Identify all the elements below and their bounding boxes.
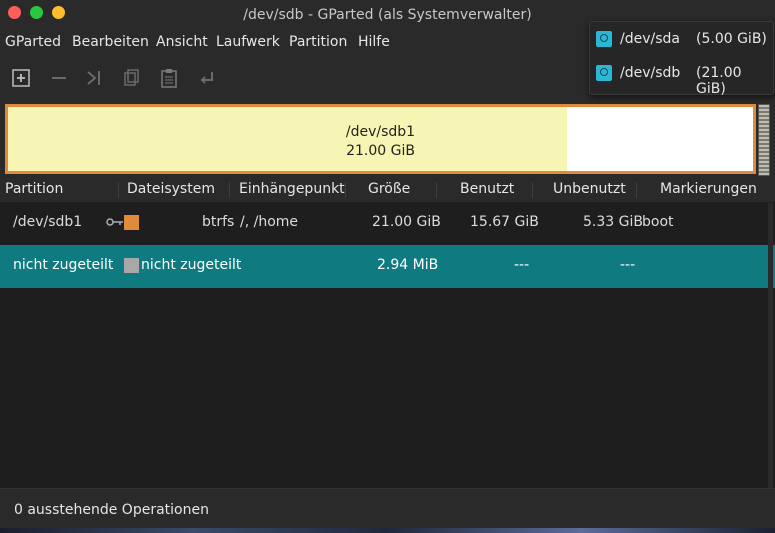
- flags: boot: [642, 214, 674, 230]
- scrollbar[interactable]: [768, 203, 773, 488]
- menu-bearbeiten[interactable]: Bearbeiten: [72, 34, 149, 50]
- device-item-sda[interactable]: /dev/sda (5.00 GiB): [590, 24, 773, 58]
- resize-icon[interactable]: [84, 68, 104, 88]
- table-header: Partition Dateisystem Einhängepunkt Größ…: [0, 178, 775, 203]
- used: 15.67 GiB: [470, 214, 539, 230]
- device-selector-popup: /dev/sda (5.00 GiB) /dev/sdb (21.00 GiB): [589, 21, 774, 97]
- column-filesystem[interactable]: Dateisystem: [127, 181, 215, 197]
- unused: 5.33 GiB: [583, 214, 643, 230]
- new-icon[interactable]: [11, 68, 31, 88]
- device-name: /dev/sda: [620, 31, 680, 47]
- key-icon: [106, 216, 124, 232]
- undo-icon[interactable]: [197, 68, 217, 88]
- size: 2.94 MiB: [377, 257, 439, 273]
- pending-operations: 0 ausstehende Operationen: [14, 502, 209, 518]
- size: 21.00 GiB: [372, 214, 441, 230]
- menu-hilfe[interactable]: Hilfe: [358, 34, 390, 50]
- partition-name: /dev/sdb1: [13, 214, 83, 230]
- unused: ---: [620, 257, 636, 273]
- device-name: /dev/sdb: [620, 65, 681, 81]
- menu-partition[interactable]: Partition: [289, 34, 347, 50]
- menu-ansicht[interactable]: Ansicht: [156, 34, 208, 50]
- device-item-sdb[interactable]: /dev/sdb (21.00 GiB): [590, 58, 773, 97]
- filesystem: nicht zugeteilt: [141, 257, 242, 273]
- column-size[interactable]: Größe: [368, 181, 410, 197]
- drive-icon: [596, 65, 612, 81]
- device-size: (5.00 GiB): [696, 31, 767, 47]
- filesystem: btrfs: [202, 214, 235, 230]
- mountpoint: /, /home: [240, 214, 299, 230]
- drive-icon: [596, 31, 612, 47]
- filesystem-color: [124, 258, 139, 273]
- filesystem-color: [124, 215, 139, 230]
- table-row[interactable]: /dev/sdb1 btrfs /, /home 21.00 GiB 15.67…: [0, 202, 775, 245]
- column-partition[interactable]: Partition: [5, 181, 63, 197]
- partition-graphic-size: 21.00 GiB: [346, 143, 415, 159]
- column-unused[interactable]: Unbenutzt: [553, 181, 626, 197]
- menu-gparted[interactable]: GParted: [5, 34, 61, 50]
- disk-map: /dev/sdb1 21.00 GiB: [0, 100, 775, 178]
- partition-graphic[interactable]: /dev/sdb1 21.00 GiB: [5, 104, 756, 174]
- partition-name: nicht zugeteilt: [13, 257, 114, 273]
- copy-icon[interactable]: [122, 68, 142, 88]
- column-flags[interactable]: Markierungen: [660, 181, 757, 197]
- menu-laufwerk[interactable]: Laufwerk: [216, 34, 280, 50]
- table-row-selected[interactable]: nicht zugeteilt nicht zugeteilt 2.94 MiB…: [0, 245, 775, 288]
- status-bar: 0 ausstehende Operationen: [0, 488, 775, 531]
- desktop-background: [0, 528, 775, 533]
- delete-icon[interactable]: [49, 68, 69, 88]
- paste-icon[interactable]: [159, 68, 179, 88]
- column-mountpoint[interactable]: Einhängepunkt: [239, 181, 345, 197]
- column-used[interactable]: Benutzt: [460, 181, 514, 197]
- device-size: (21.00 GiB): [696, 65, 742, 97]
- used: ---: [514, 257, 530, 273]
- partition-graphic-name: /dev/sdb1: [345, 124, 416, 140]
- unallocated-graphic[interactable]: [758, 104, 770, 176]
